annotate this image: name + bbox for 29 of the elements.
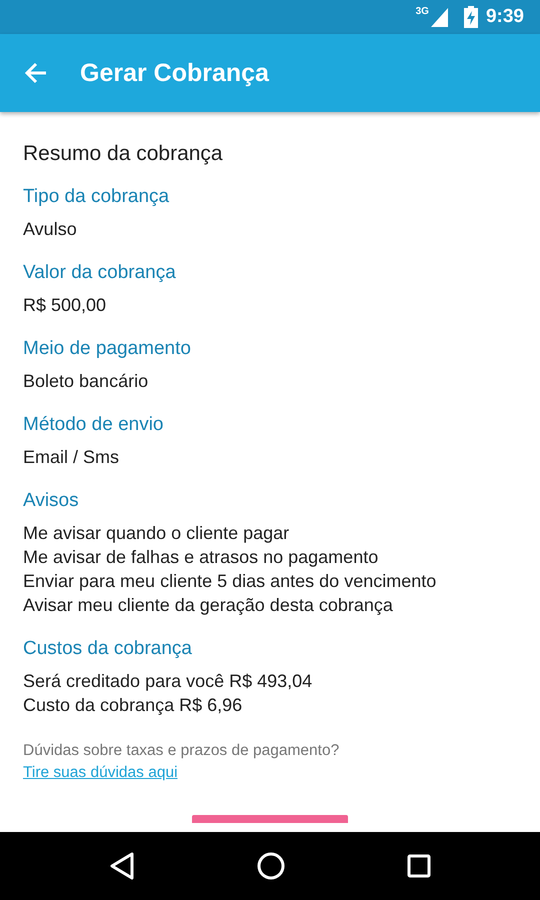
action-button[interactable] <box>192 814 348 822</box>
help-text: Dúvidas sobre taxas e prazos de pagamento? <box>23 740 340 760</box>
field-label: Avisos <box>23 488 80 512</box>
field-label: Método de envio <box>23 412 164 436</box>
home-icon[interactable] <box>257 852 285 880</box>
clock: 9:39 <box>486 4 524 29</box>
field-label: Tipo da cobrança <box>23 184 170 208</box>
field-label: Meio de pagamento <box>23 336 192 360</box>
screen-title: Gerar Cobrança <box>80 58 269 88</box>
back-arrow-icon[interactable] <box>24 61 48 85</box>
help-link[interactable]: Tire suas dúvidas aqui <box>23 764 178 780</box>
section-heading: Resumo da cobrança <box>23 141 224 167</box>
battery-charging-icon <box>464 6 478 28</box>
field-value: Avulso <box>23 218 78 240</box>
field-value: Me avisar de falhas e atrasos no pagamento <box>23 546 380 568</box>
field-value: Me avisar quando o cliente pagar <box>23 522 290 544</box>
field-value: Boleto bancário <box>23 370 150 392</box>
field-value: Avisar meu cliente da geração desta cobrança <box>23 594 394 616</box>
field-value: Enviar para meu cliente 5 dias antes do vencimento <box>23 570 438 592</box>
field-value: Custo da cobrança R$ 6,96 <box>23 694 244 716</box>
signal-icon <box>430 8 448 26</box>
field-label: Custos da cobrança <box>23 636 193 660</box>
network-label: 3G <box>416 7 429 17</box>
field-value: Será creditado para você R$ 493,04 <box>23 670 314 692</box>
field-value: Email / Sms <box>23 446 120 468</box>
field-value: R$ 500,00 <box>23 294 108 316</box>
back-icon[interactable] <box>109 852 135 880</box>
field-label: Valor da cobrança <box>23 260 177 284</box>
recent-apps-icon[interactable] <box>407 854 431 878</box>
